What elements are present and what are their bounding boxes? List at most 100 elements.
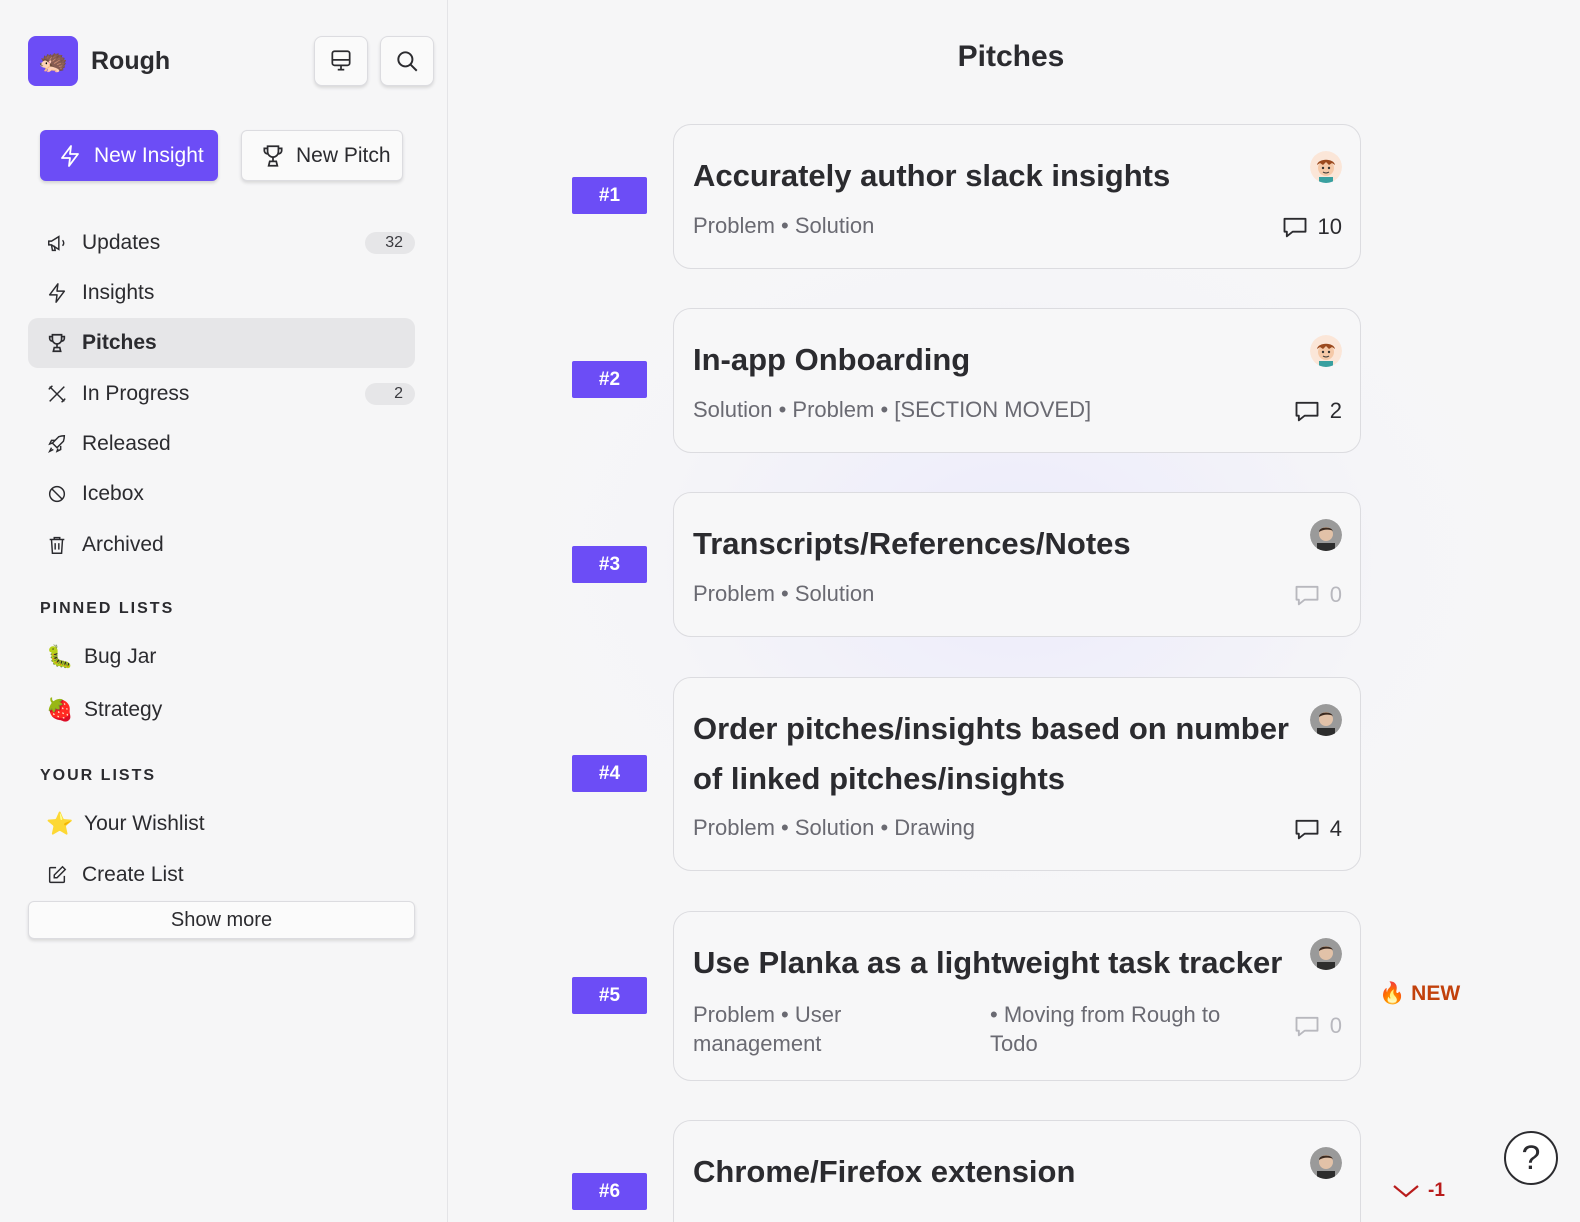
- avatar[interactable]: [1310, 1147, 1342, 1179]
- rank-badge: #4: [572, 755, 647, 792]
- rank-badge: #2: [572, 361, 647, 398]
- sidebar: 🦔 Rough New Insight New Pitch Updates 32…: [0, 0, 448, 1222]
- avatar[interactable]: [1310, 151, 1342, 183]
- pitch-title: Order pitches/insights based on number o…: [693, 711, 1289, 796]
- sidebar-item-updates[interactable]: Updates 32: [28, 218, 415, 268]
- search-button[interactable]: [380, 36, 434, 86]
- pinned-item-label: Bug Jar: [84, 645, 157, 668]
- hedgehog-icon: 🦔: [28, 36, 78, 86]
- comment-icon: [1295, 1016, 1319, 1037]
- sidebar-item-in-progress[interactable]: In Progress 2: [28, 369, 415, 419]
- pitch-sections: Problem • User management: [693, 1002, 842, 1056]
- brand[interactable]: 🦔 Rough: [28, 36, 170, 86]
- new-badge: 🔥 NEW: [1379, 982, 1460, 1006]
- list-item-label: Your Wishlist: [84, 812, 205, 835]
- rank-badge: #6: [572, 1173, 647, 1210]
- create-list-button[interactable]: Create List: [28, 850, 415, 900]
- ban-icon: [46, 483, 68, 505]
- pitch-card[interactable]: Use Planka as a lightweight task tracker…: [673, 911, 1361, 1081]
- new-badge-label: NEW: [1411, 982, 1461, 1005]
- rank-badge: #3: [572, 546, 647, 583]
- page-title: Pitches: [957, 40, 1065, 73]
- avatar[interactable]: [1310, 938, 1342, 970]
- sidebar-item-label: Updates: [82, 231, 161, 254]
- updates-count-badge: 32: [365, 232, 415, 254]
- question-icon: ?: [1521, 1138, 1541, 1177]
- pitch-card[interactable]: Chrome/Firefox extension: [673, 1120, 1361, 1222]
- trophy-icon: [46, 332, 68, 354]
- sidebar-item-icebox[interactable]: Icebox: [28, 469, 415, 519]
- pitch-card[interactable]: Transcripts/References/Notes Problem • S…: [673, 492, 1361, 637]
- pinned-item-bug-jar[interactable]: 🐛 Bug Jar: [28, 632, 415, 682]
- pitch-title: Transcripts/References/Notes: [693, 526, 1131, 561]
- avatar[interactable]: [1310, 335, 1342, 367]
- search-icon: [397, 51, 418, 72]
- trophy-icon: [263, 144, 283, 167]
- pinned-lists-heading: PINNED LISTS: [40, 600, 175, 617]
- show-more-button[interactable]: Show more: [28, 901, 415, 939]
- pitch-card[interactable]: Accurately author slack insights Problem…: [673, 124, 1361, 269]
- sidebar-item-archived[interactable]: Archived: [28, 520, 415, 570]
- rank-change-value: -1: [1428, 1180, 1445, 1201]
- main-content: Pitches #1 Accurately author slack insig…: [449, 0, 1580, 1222]
- new-insight-label: New Insight: [94, 143, 204, 167]
- pitch-card[interactable]: In-app Onboarding Solution • Problem • […: [673, 308, 1361, 453]
- rank-change: -1: [1392, 1180, 1445, 1202]
- pitch-sections: Problem • Solution: [693, 213, 875, 238]
- pinned-item-strategy[interactable]: 🍓 Strategy: [28, 685, 415, 735]
- pitch-sections: Solution • Problem • [SECTION MOVED]: [693, 397, 1092, 422]
- comment-number: 10: [1317, 214, 1342, 239]
- help-button[interactable]: ?: [1504, 1131, 1558, 1185]
- comment-icon: [1295, 819, 1319, 840]
- pitch-title: In-app Onboarding: [693, 342, 971, 377]
- sidebar-item-label: Insights: [82, 281, 155, 304]
- comment-number: 0: [1329, 582, 1342, 607]
- comment-count[interactable]: 4: [1292, 815, 1342, 843]
- comment-icon: [1295, 401, 1319, 422]
- comment-count[interactable]: 0: [1292, 581, 1342, 609]
- pitch-sections: Problem • Solution: [693, 581, 875, 606]
- new-pitch-label: New Pitch: [296, 143, 391, 167]
- new-insight-button[interactable]: New Insight: [40, 130, 218, 181]
- trash-icon: [46, 534, 68, 556]
- list-item-your-wishlist[interactable]: ⭐ Your Wishlist: [28, 799, 415, 849]
- sidebar-item-pitches[interactable]: Pitches: [28, 318, 415, 368]
- comment-count[interactable]: 2: [1292, 397, 1342, 425]
- pitch-sections-extra: • Moving from Rough to Todo: [990, 1002, 1221, 1056]
- pitch-title: Accurately author slack insights: [693, 158, 1171, 193]
- sidebar-item-label: Pitches: [82, 331, 157, 354]
- caterpillar-icon: 🐛: [46, 644, 74, 669]
- sidebar-item-label: Archived: [82, 533, 164, 556]
- sidebar-item-label: In Progress: [82, 382, 190, 405]
- create-list-label: Create List: [82, 863, 184, 886]
- your-lists-heading: YOUR LISTS: [40, 767, 157, 784]
- monitor-icon: [331, 50, 351, 71]
- fire-icon: 🔥: [1379, 982, 1406, 1005]
- new-pitch-button[interactable]: New Pitch: [241, 130, 403, 181]
- comment-number: 2: [1329, 398, 1342, 423]
- tools-icon: [46, 383, 68, 405]
- sidebar-item-insights[interactable]: Insights: [28, 268, 415, 318]
- megaphone-icon: [46, 232, 68, 254]
- app-name: Rough: [91, 46, 171, 75]
- avatar[interactable]: [1310, 519, 1342, 551]
- edit-icon: [46, 864, 68, 886]
- comment-count[interactable]: 0: [1292, 1012, 1342, 1040]
- inbox-button[interactable]: [314, 36, 368, 86]
- sidebar-item-label: Icebox: [82, 482, 144, 505]
- pitch-title: Chrome/Firefox extension: [693, 1154, 1076, 1189]
- pitch-card[interactable]: Order pitches/insights based on number o…: [673, 677, 1361, 871]
- avatar[interactable]: [1310, 704, 1342, 736]
- comment-icon: [1283, 217, 1306, 238]
- strawberry-icon: 🍓: [46, 697, 74, 722]
- pitch-sections: Problem • Solution • Drawing: [693, 815, 975, 840]
- comment-number: 0: [1329, 1013, 1342, 1038]
- sidebar-item-label: Released: [82, 432, 171, 455]
- sidebar-item-released[interactable]: Released: [28, 419, 415, 469]
- comment-number: 4: [1329, 816, 1342, 841]
- comment-count[interactable]: 10: [1280, 213, 1342, 241]
- in-progress-count-badge: 2: [365, 383, 415, 405]
- rank-badge: #5: [572, 977, 647, 1014]
- pinned-item-label: Strategy: [84, 698, 163, 721]
- pitch-title: Use Planka as a lightweight task tracker: [693, 945, 1283, 980]
